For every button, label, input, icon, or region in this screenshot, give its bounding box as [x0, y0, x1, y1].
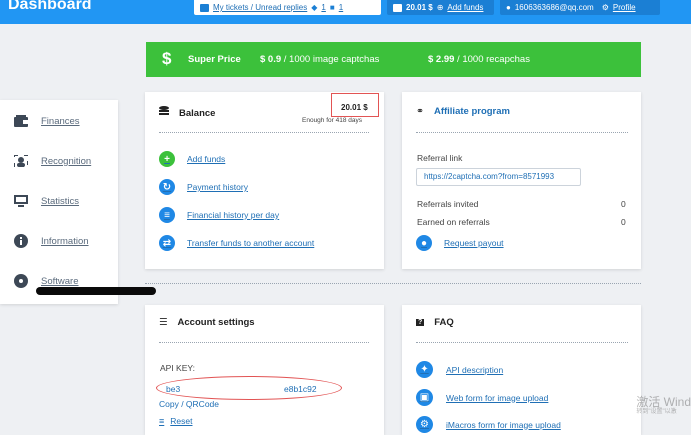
- earned-referrals-value: 0: [621, 217, 626, 227]
- sidebar-item-recognition[interactable]: Recognition: [14, 153, 91, 169]
- divider: [159, 342, 369, 343]
- user-email: 1606363686@qq.com: [514, 3, 594, 12]
- transfer-funds-link[interactable]: ⇄ Transfer funds to another account: [159, 235, 314, 251]
- sidebar-item-finances[interactable]: Finances: [14, 113, 80, 129]
- tickets-link[interactable]: My tickets / Unread replies: [213, 3, 307, 12]
- add-funds-link[interactable]: + Add funds: [159, 151, 225, 167]
- question-icon: ?: [416, 319, 425, 326]
- referrals-invited-label: Referrals invited: [417, 199, 479, 209]
- divider: [416, 132, 628, 133]
- history-icon: ↻: [159, 179, 175, 195]
- referral-link-label: Referral link: [417, 153, 463, 163]
- balance-amount: 20.01 $: [341, 103, 368, 112]
- wallet-icon: [14, 115, 28, 128]
- sidebar-item-label[interactable]: Finances: [41, 116, 80, 127]
- top-bar: Dashboard My tickets / Unread replies ◆ …: [0, 0, 691, 24]
- activation-watermark: 激活 Wind 转到"设置"以激: [636, 396, 691, 416]
- watermark-line-1: 激活 Wind: [636, 395, 691, 409]
- promo-recaptcha-price: $ 2.99 / 1000 recapchas: [428, 54, 530, 65]
- sidebar-item-label[interactable]: Software: [41, 276, 79, 287]
- imacros-form-link[interactable]: ⚙ iMacros form for image upload: [416, 416, 561, 433]
- watermark-line-2: 转到"设置"以激: [636, 409, 677, 415]
- promo-image-price: $ 0.9 / 1000 image captchas: [260, 54, 380, 65]
- api-key-label: API KEY:: [160, 363, 195, 373]
- balance-card-title: Balance: [159, 106, 215, 120]
- link-icon: ⚭: [416, 106, 424, 117]
- gear-icon: ⚙: [601, 3, 609, 12]
- sidebar: Finances Recognition Statistics Informat…: [0, 100, 118, 304]
- sidebar-item-label[interactable]: Recognition: [41, 156, 91, 167]
- sidebar-item-information[interactable]: Information: [14, 233, 89, 249]
- promo-label: Super Price: [188, 54, 241, 65]
- dollar-icon: $: [162, 49, 172, 68]
- faq-title: ? FAQ: [416, 317, 454, 328]
- gears-icon: ⚙: [416, 416, 433, 433]
- sidebar-item-label[interactable]: Statistics: [41, 196, 79, 207]
- account-settings-title: ☰ Account settings: [159, 317, 255, 328]
- balance-chip[interactable]: 20.01 $ ⊕ Add funds: [387, 0, 494, 15]
- user-icon: ●: [506, 3, 511, 12]
- faq-card: ? FAQ ✦ API description ▣ Web form for i…: [402, 305, 641, 435]
- balance-days: Enough for 418 days: [302, 117, 362, 124]
- sidebar-item-label[interactable]: Information: [41, 236, 89, 247]
- divider: [416, 342, 628, 343]
- financial-history-link[interactable]: ≡ Financial history per day: [159, 207, 279, 223]
- plus-icon: ⊕: [436, 3, 444, 12]
- reset-api-key-link[interactable]: ≡ Reset: [159, 416, 192, 426]
- monitor-icon: ▣: [416, 389, 433, 406]
- request-payout-link[interactable]: ● Request payout: [416, 235, 504, 251]
- redaction-bar: [36, 287, 156, 295]
- super-price-banner: $ Super Price $ 0.9 / 1000 image captcha…: [146, 42, 641, 77]
- divider: [159, 132, 369, 133]
- api-description-link[interactable]: ✦ API description: [416, 361, 503, 378]
- add-funds-link[interactable]: Add funds: [447, 3, 483, 12]
- sliders-icon: ☰: [159, 317, 168, 328]
- reset-icon: ≡: [159, 416, 165, 426]
- section-divider: [145, 283, 641, 284]
- copy-qrcode-link[interactable]: Copy / QRCode: [159, 399, 219, 409]
- plus-icon: +: [159, 151, 175, 167]
- tickets-count-1[interactable]: 1: [321, 3, 325, 12]
- api-key-highlight: [156, 376, 342, 400]
- referrals-invited-value: 0: [621, 199, 626, 209]
- web-form-link[interactable]: ▣ Web form for image upload: [416, 389, 548, 406]
- sidebar-item-statistics[interactable]: Statistics: [14, 193, 79, 209]
- chat-icon: ■: [329, 3, 335, 12]
- puzzle-icon: ✦: [416, 361, 433, 378]
- payment-history-link[interactable]: ↻ Payment history: [159, 179, 248, 195]
- monitor-icon: [14, 195, 28, 208]
- affiliate-card: ⚭ Affiliate program Referral link https:…: [402, 92, 641, 269]
- balance-card: Balance 20.01 $ Enough for 418 days + Ad…: [145, 92, 384, 269]
- coins-icon: [159, 106, 169, 120]
- referral-link-field[interactable]: https://2captcha.com?from=8571993: [416, 168, 581, 186]
- wallet-icon: [393, 3, 402, 12]
- page-title: Dashboard: [8, 0, 92, 13]
- table-icon: ≡: [159, 207, 175, 223]
- coins-icon: ●: [416, 235, 432, 251]
- user-chip[interactable]: ● 1606363686@qq.com ⚙ Profile: [500, 0, 660, 15]
- affiliate-card-title[interactable]: ⚭ Affiliate program: [416, 106, 510, 117]
- recognition-icon: [14, 155, 28, 168]
- account-settings-card: ☰ Account settings API KEY: be3 e8b1c92 …: [145, 305, 384, 435]
- tickets-chip[interactable]: My tickets / Unread replies ◆ 1 ■ 1: [194, 0, 381, 15]
- earned-referrals-label: Earned on referrals: [417, 217, 490, 227]
- transfer-icon: ⇄: [159, 235, 175, 251]
- profile-link[interactable]: Profile: [613, 3, 636, 12]
- disc-icon: [14, 274, 28, 288]
- ticket-icon: [200, 3, 209, 12]
- tickets-count-2[interactable]: 1: [339, 3, 343, 12]
- tag-icon: ◆: [311, 3, 318, 12]
- header-balance: 20.01 $: [406, 3, 433, 12]
- info-icon: [14, 234, 28, 248]
